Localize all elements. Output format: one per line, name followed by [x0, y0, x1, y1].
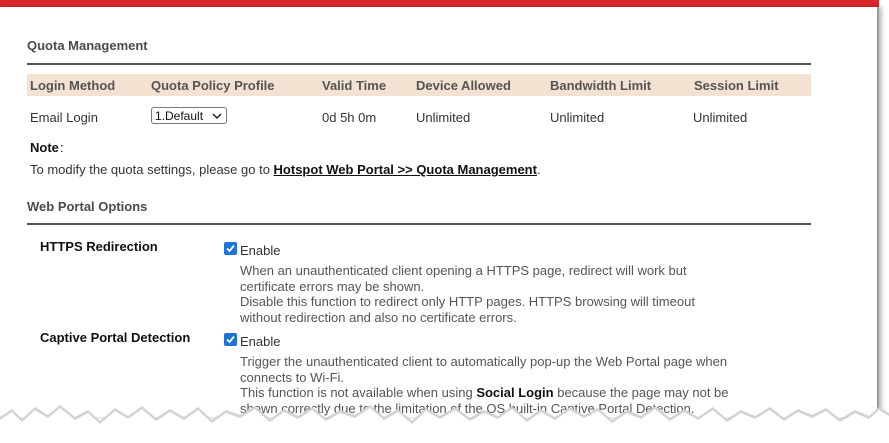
note-prefix: To modify the quota settings, please go … — [30, 162, 274, 177]
captive-desc-line-1: Trigger the unauthenticated client to au… — [240, 354, 728, 385]
top-accent-bar — [0, 0, 879, 7]
quota-profile-select[interactable]: 1.Default — [151, 107, 227, 124]
quota-management-link[interactable]: Hotspot Web Portal >> Quota Management — [274, 162, 537, 177]
login-method-cell: Email Login — [30, 110, 98, 125]
valid-time-cell: 0d 5h 0m — [322, 110, 377, 125]
chevron-down-icon — [212, 113, 222, 120]
captive-portal-label: Captive Portal Detection — [40, 330, 191, 345]
https-enable-label: Enable — [240, 243, 281, 258]
https-description: When an unauthenticated client opening a… — [240, 263, 715, 325]
web-portal-section-title: Web Portal Options — [27, 199, 148, 214]
quota-table-header: Login Method Quota Policy Profile Valid … — [27, 74, 811, 96]
torn-edge-effect — [0, 405, 889, 443]
col-valid-time: Valid Time — [322, 78, 387, 93]
session-limit-cell: Unlimited — [693, 110, 748, 125]
divider — [27, 223, 811, 225]
col-device-allowed: Device Allowed — [416, 78, 511, 93]
checkmark-icon — [226, 244, 235, 253]
captive-enable-label: Enable — [240, 334, 281, 349]
https-redirection-checkbox[interactable] — [224, 242, 237, 255]
note-colon: : — [60, 140, 64, 155]
note-label: Note — [30, 140, 59, 155]
quota-section-title: Quota Management — [27, 38, 148, 53]
checkmark-icon — [226, 335, 235, 344]
https-redirection-label: HTTPS Redirection — [40, 239, 158, 254]
https-desc-line-1: When an unauthenticated client opening a… — [240, 263, 687, 294]
col-bandwidth-limit: Bandwidth Limit — [550, 78, 652, 93]
quota-profile-value: 1.Default — [155, 109, 204, 123]
device-allowed-cell: Unlimited — [416, 110, 471, 125]
divider — [27, 63, 811, 65]
col-login-method: Login Method — [30, 78, 116, 93]
note-text: To modify the quota settings, please go … — [30, 162, 541, 177]
col-quota-policy: Quota Policy Profile — [151, 78, 275, 93]
https-desc-line-2: Disable this function to redirect only H… — [240, 294, 695, 325]
captive-portal-checkbox[interactable] — [224, 333, 237, 346]
bandwidth-limit-cell: Unlimited — [550, 110, 605, 125]
col-session-limit: Session Limit — [694, 78, 779, 93]
note-suffix: . — [536, 162, 541, 177]
